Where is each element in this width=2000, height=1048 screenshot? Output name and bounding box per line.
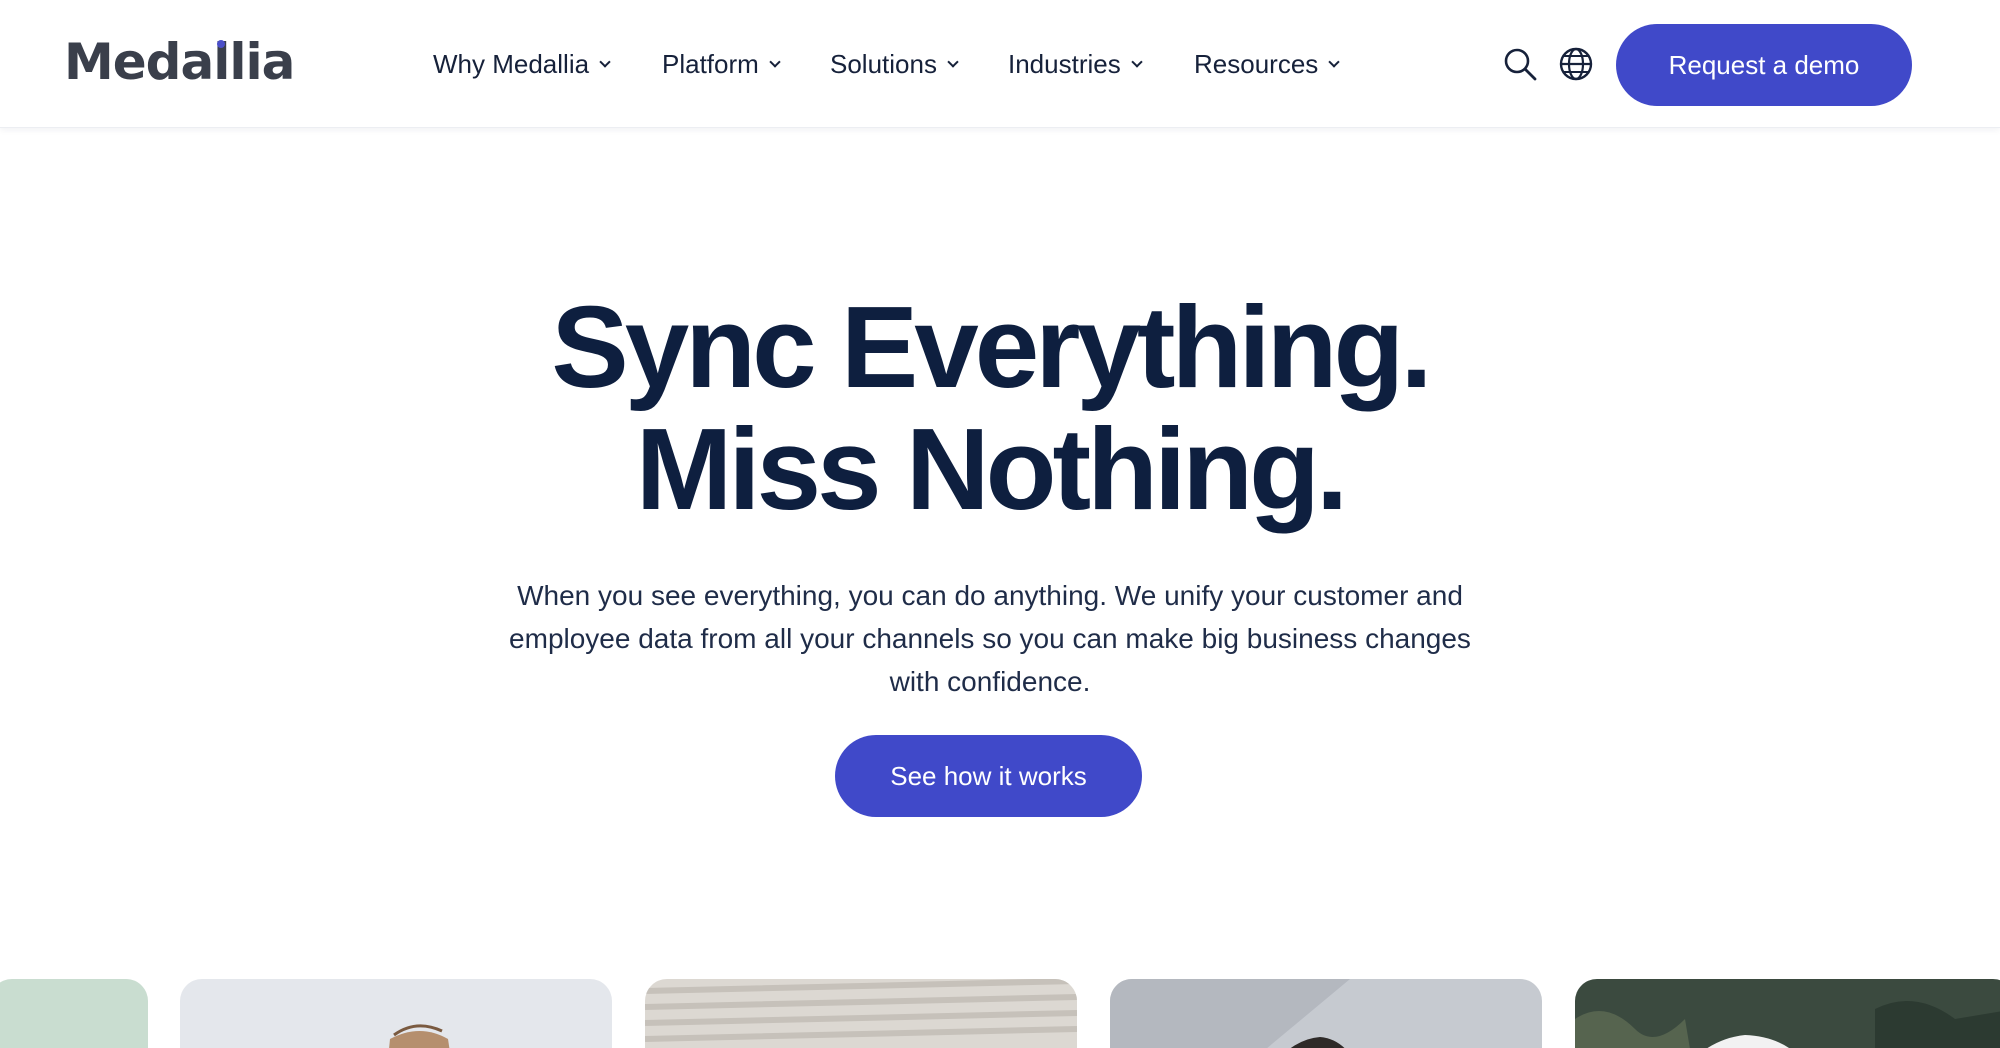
chevron-down-icon xyxy=(769,56,781,68)
nav-label: Resources xyxy=(1194,48,1319,79)
nav-label: Industries xyxy=(1008,48,1121,79)
nav-why-medallia[interactable]: Why Medallia xyxy=(433,44,611,84)
site-header: Medallia Why Medallia Platform Solutions… xyxy=(0,0,2000,128)
carousel-card[interactable] xyxy=(645,979,1077,1048)
card-image xyxy=(645,979,1077,1048)
search-icon[interactable] xyxy=(1502,46,1538,82)
globe-icon[interactable] xyxy=(1558,46,1594,82)
carousel-card[interactable] xyxy=(1575,979,2000,1048)
carousel-card[interactable] xyxy=(180,979,612,1048)
logo-wordmark: Medallia xyxy=(64,33,295,91)
chevron-down-icon xyxy=(1131,56,1143,68)
hero-title-line-2: Miss Nothing. xyxy=(635,404,1348,534)
card-image xyxy=(0,979,148,1048)
card-image xyxy=(180,979,612,1048)
logo-dot xyxy=(217,40,225,48)
hero-subtitle: When you see everything, you can do anyt… xyxy=(509,580,1471,697)
see-how-it-works-button[interactable]: See how it works xyxy=(835,735,1142,817)
nav-label: Solutions xyxy=(830,48,937,79)
carousel-card[interactable] xyxy=(1110,979,1542,1048)
nav-resources[interactable]: Resources xyxy=(1194,44,1340,84)
chevron-down-icon xyxy=(947,56,959,68)
card-image xyxy=(1110,979,1542,1048)
nav-platform[interactable]: Platform xyxy=(662,44,781,84)
medallia-logo[interactable]: Medallia xyxy=(64,32,295,92)
carousel-card[interactable] xyxy=(0,979,148,1048)
request-demo-button[interactable]: Request a demo xyxy=(1616,24,1912,106)
nav-solutions[interactable]: Solutions xyxy=(830,44,959,84)
card-image xyxy=(1575,979,2000,1048)
nav-industries[interactable]: Industries xyxy=(1008,44,1143,84)
nav-label: Platform xyxy=(662,48,759,79)
hero-title: Sync Everything. Miss Nothing. xyxy=(0,286,1980,530)
nav-label: Why Medallia xyxy=(433,48,590,79)
chevron-down-icon xyxy=(1328,56,1340,68)
chevron-down-icon xyxy=(599,56,611,68)
hero-title-line-1: Sync Everything. xyxy=(551,282,1432,412)
